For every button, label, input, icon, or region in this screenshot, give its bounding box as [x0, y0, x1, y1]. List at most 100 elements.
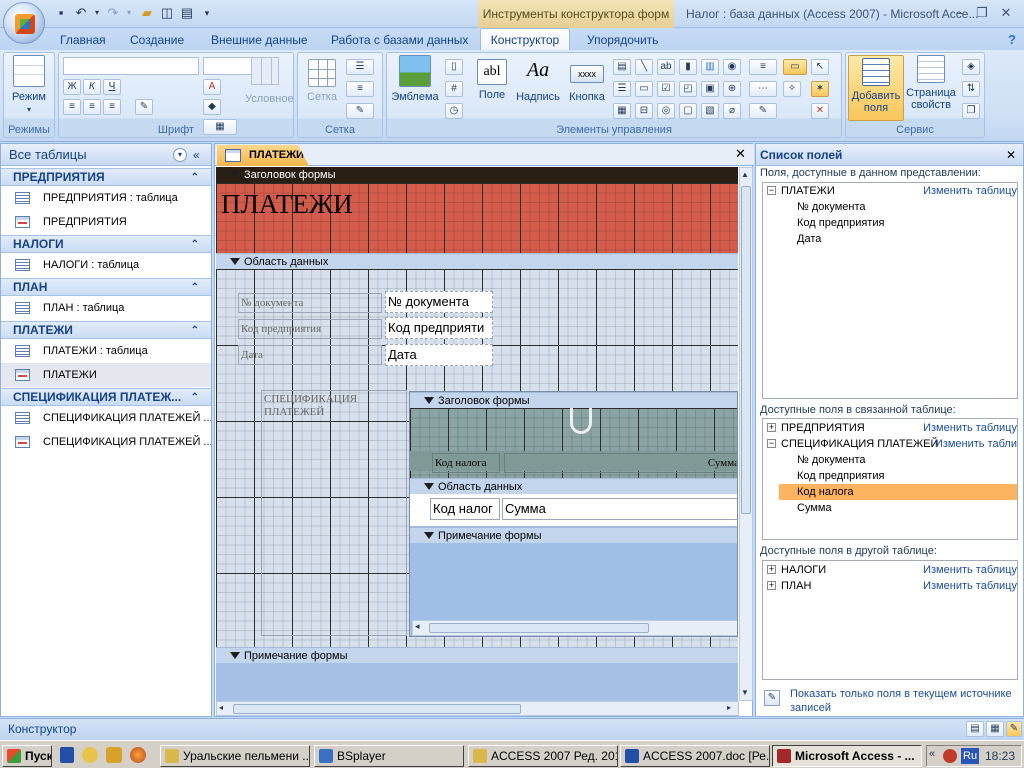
close-field-list-icon[interactable]: ✕ [1006, 144, 1016, 166]
office-button[interactable] [3, 2, 45, 44]
align-center-icon[interactable]: ≡ [83, 99, 101, 115]
textbox-enterprise-code[interactable]: Код предприяти [385, 317, 493, 339]
form-footer-area[interactable] [216, 663, 738, 701]
italic-button[interactable]: К [83, 79, 101, 95]
collapse-tree-icon[interactable]: − [767, 439, 776, 448]
tab-designer[interactable]: Конструктор [480, 28, 570, 52]
section-form-footer[interactable]: Примечание формы [216, 647, 738, 663]
redo-dropdown-icon[interactable]: ▾ [120, 5, 138, 21]
field-item[interactable]: Код предприятия [763, 468, 1017, 484]
property-sheet-button[interactable]: Страница свойств [906, 55, 956, 111]
label-date[interactable]: Дата [238, 345, 382, 365]
minimize-icon[interactable]: – [950, 4, 970, 22]
font-name-select[interactable] [63, 57, 199, 75]
align-left-icon[interactable]: ≡ [63, 99, 81, 115]
add-fields-button[interactable]: Добавить поля [848, 55, 904, 121]
quicklaunch-tool-icon[interactable] [106, 747, 122, 763]
tab-arrange[interactable]: Упорядочить [587, 32, 658, 52]
align-right-icon[interactable]: ≡ [103, 99, 121, 115]
show-only-source-icon[interactable]: ✎ [764, 690, 780, 706]
subform-icon[interactable]: ▦ [613, 103, 631, 119]
tab-home[interactable]: Главная [60, 32, 106, 52]
restore-icon[interactable]: ❐ [972, 4, 992, 22]
section-form-header[interactable]: Заголовок формы [216, 167, 738, 183]
nav-item-payments-form[interactable]: ПЛАТЕЖИ [1, 363, 211, 387]
field-item[interactable]: Дата [763, 231, 1017, 247]
show-only-source-link[interactable]: Показать только поля в текущем источнике… [790, 687, 1022, 715]
form-title-label[interactable]: ПЛАТЕЖИ [221, 188, 353, 220]
conditional-format-button[interactable]: Условное [245, 57, 294, 105]
subform-textbox-tax-code[interactable]: Код налог [430, 498, 500, 520]
title-icon[interactable]: ▯ [445, 59, 463, 75]
edit-table-link[interactable]: Изменить таблицу [923, 562, 1017, 578]
textbox-doc-number[interactable]: № документа [385, 291, 493, 313]
language-indicator[interactable]: Ru [961, 748, 980, 764]
scroll-left-icon[interactable]: ◂ [415, 621, 420, 632]
subform-label-tax-code[interactable]: Код налога [432, 453, 500, 473]
quicklaunch-word-icon[interactable] [60, 747, 74, 763]
option-button-icon[interactable]: ◎ [657, 103, 675, 119]
edit-table-link[interactable]: Изменить табли [935, 436, 1017, 452]
nav-group-payments[interactable]: ПЛАТЕЖИ ⌃ [1, 321, 211, 339]
underline-button[interactable]: Ч [103, 79, 121, 95]
document-tab-payments[interactable]: ПЛАТЕЖИ [217, 145, 309, 166]
subform-label-amount[interactable]: Сумма [504, 453, 737, 473]
subform-hscrollbar[interactable]: ◂ [412, 620, 737, 636]
nav-item-payments-table[interactable]: ПЛАТЕЖИ : таблица [1, 339, 211, 363]
print-icon[interactable]: ▤ [178, 5, 196, 21]
field-table-row-taxes[interactable]: + НАЛОГИ Изменить таблицу [763, 562, 1017, 578]
nav-item-taxes-table[interactable]: НАЛОГИ : таблица [1, 253, 211, 277]
nav-menu-icon[interactable]: ▾ [173, 148, 187, 162]
subform-container-label-box[interactable]: СПЕЦИФИКАЦИЯ ПЛАТЕЖЕЙ [261, 390, 407, 636]
format-painter-icon[interactable]: ✎ [135, 99, 153, 115]
fill-color-icon[interactable]: ◆ [203, 99, 221, 115]
delete-control-icon[interactable]: ✕ [811, 103, 829, 119]
field-item[interactable]: № документа [763, 199, 1017, 215]
line-tool-icon[interactable]: ╲ [635, 59, 653, 75]
subform-control[interactable]: Заголовок формы Код налога Сумма Область… [409, 391, 738, 637]
attachment-icon[interactable]: ⌀ [723, 103, 741, 119]
collapse-tree-icon[interactable]: − [767, 186, 776, 195]
grid-button[interactable]: Сетка [302, 55, 342, 103]
expand-tree-icon[interactable]: + [767, 581, 776, 590]
taskbar-item-2[interactable]: BSplayer [314, 745, 464, 767]
vscroll-thumb[interactable] [741, 186, 751, 514]
customize-qat-icon[interactable]: ▾ [198, 5, 216, 21]
hyperlink-icon[interactable]: ⊕ [723, 81, 741, 97]
image-icon[interactable]: ▧ [701, 103, 719, 119]
close-window-icon[interactable]: ✕ [996, 4, 1016, 22]
nav-item-plan-table[interactable]: ПЛАН : таблица [1, 296, 211, 320]
field-item[interactable]: Код предприятия [763, 215, 1017, 231]
tab-database-tools[interactable]: Работа с базами данных [331, 32, 468, 52]
form-view-icon[interactable]: ▤ [966, 721, 984, 737]
code-icon[interactable]: ◈ [962, 59, 980, 75]
design-view-icon[interactable]: ✎ [1006, 721, 1022, 737]
rectangle-icon[interactable]: ▭ [635, 81, 653, 97]
field-item[interactable]: № документа [763, 452, 1017, 468]
bold-button[interactable]: Ж [63, 79, 81, 95]
scroll-up-icon[interactable]: ▲ [741, 170, 749, 179]
layout-view-icon[interactable]: ▦ [986, 721, 1004, 737]
line-color-icon[interactable]: ✎ [346, 103, 374, 119]
combo-icon[interactable]: ▣ [701, 81, 719, 97]
taskbar-item-1[interactable]: Уральские пельмени ... [160, 745, 310, 767]
nav-group-taxes[interactable]: НАЛОГИ ⌃ [1, 235, 211, 253]
start-button[interactable]: Пуск [2, 745, 52, 767]
date-time-icon[interactable]: ◷ [445, 103, 463, 119]
line-type-icon[interactable]: ⋯ [749, 81, 777, 97]
line-color-controls-icon[interactable]: ✎ [749, 103, 777, 119]
view-mode-button[interactable]: Режим ▾ [6, 55, 52, 116]
field-table-row-plan[interactable]: + ПЛАН Изменить таблицу [763, 578, 1017, 594]
line-width-icon[interactable]: ≡ [346, 81, 374, 97]
scroll-right-main-icon[interactable]: ▸ [727, 703, 731, 712]
toggle-button-icon[interactable]: ab [657, 59, 675, 75]
nav-group-plan[interactable]: ПЛАН ⌃ [1, 278, 211, 296]
font-color-icon[interactable]: A [203, 79, 221, 95]
nav-group-enterprises[interactable]: ПРЕДПРИЯТИЯ ⌃ [1, 168, 211, 186]
field-item-selected[interactable]: Код налога [779, 484, 1017, 500]
expand-tree-icon[interactable]: + [767, 565, 776, 574]
scroll-left-main-icon[interactable]: ◂ [219, 703, 223, 712]
label-doc-number[interactable]: № документа [238, 293, 382, 313]
field-table-row-payments[interactable]: − ПЛАТЕЖИ Изменить таблицу [763, 183, 1017, 199]
firefox-icon[interactable] [130, 747, 146, 763]
